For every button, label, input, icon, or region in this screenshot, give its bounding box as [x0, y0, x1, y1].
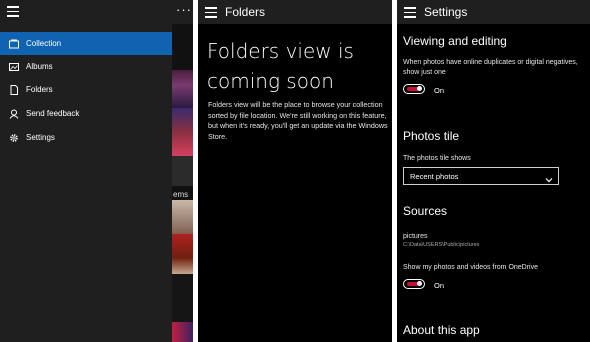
photos-tile-heading: Photos tile [403, 129, 460, 143]
sidebar-item-label: Folders [26, 85, 53, 94]
feedback-icon [9, 109, 19, 119]
sources-heading: Sources [403, 204, 448, 218]
photo-thumbnail[interactable] [172, 200, 193, 234]
page-title: Settings [424, 5, 468, 19]
toggle-thumb [417, 86, 422, 91]
dropdown-selected-value: Recent photos [410, 172, 459, 181]
nav-pane: Collection Albums Folders Send feedback [0, 0, 172, 342]
photo-thumbnail[interactable] [172, 274, 193, 322]
tile-shows-label: The photos tile shows [403, 155, 471, 162]
photo-thumbnail[interactable] [172, 156, 193, 186]
app-header: Folders [198, 0, 392, 24]
onedrive-toggle[interactable] [403, 279, 425, 289]
photos-tile-dropdown[interactable]: Recent photos [403, 167, 559, 185]
onedrive-label: Show my photos and videos from OneDrive [403, 264, 539, 271]
sidebar-item-collection[interactable]: Collection [0, 32, 172, 55]
photo-thumbnail[interactable] [172, 234, 193, 274]
photo-thumbnail[interactable] [172, 108, 193, 156]
coming-soon-heading: Folders view is coming soon [207, 39, 354, 93]
duplicates-description: When photos have online duplicates or di… [403, 59, 578, 76]
source-folder-name[interactable]: pictures [403, 232, 583, 242]
duplicates-toggle-label: On [434, 86, 445, 95]
collection-icon [9, 39, 19, 49]
sidebar-item-send-feedback[interactable]: Send feedback [0, 102, 172, 125]
photo-thumbnail[interactable] [172, 322, 193, 342]
photo-thumbnail[interactable] [172, 70, 193, 108]
gear-icon [9, 133, 19, 143]
folders-screen: Folders Folders view is coming soon Fold… [198, 0, 392, 342]
hamburger-menu-button[interactable] [205, 7, 217, 18]
duplicates-toggle[interactable] [403, 84, 425, 94]
albums-icon [9, 62, 19, 72]
hamburger-menu-button[interactable] [404, 7, 416, 18]
sidebar-item-label: Collection [26, 39, 62, 48]
navigation-screen: ··· ems Collection Albums Folders Send f… [0, 0, 193, 342]
sidebar-item-albums[interactable]: Albums [0, 55, 172, 78]
folders-icon [9, 84, 19, 95]
onedrive-toggle-label: On [434, 281, 445, 290]
about-heading[interactable]: About this app [403, 323, 480, 337]
sidebar-item-label: Send feedback [26, 109, 80, 118]
coming-soon-description: Folders view will be the place to browse… [208, 100, 388, 141]
sidebar-item-label: Settings [26, 133, 55, 142]
page-title: Folders [225, 5, 266, 19]
photo-collection-background: ··· ems [172, 0, 193, 342]
app-header: Settings [397, 0, 590, 24]
chevron-down-icon [545, 171, 553, 183]
settings-screen: Settings Viewing and editing When photos… [397, 0, 590, 342]
source-folder-path: C:\Data\USERS\Public\pictures [403, 242, 480, 248]
toggle-thumb [417, 281, 422, 286]
collection-header: ··· [172, 0, 193, 24]
sidebar-item-settings[interactable]: Settings [0, 126, 172, 149]
sidebar-item-label: Albums [26, 62, 53, 71]
more-options-button[interactable]: ··· [176, 2, 192, 17]
hamburger-menu-button[interactable] [7, 6, 19, 17]
sidebar-item-folders[interactable]: Folders [0, 78, 172, 101]
viewing-editing-heading: Viewing and editing [403, 34, 507, 48]
section-label: ems [173, 190, 189, 199]
